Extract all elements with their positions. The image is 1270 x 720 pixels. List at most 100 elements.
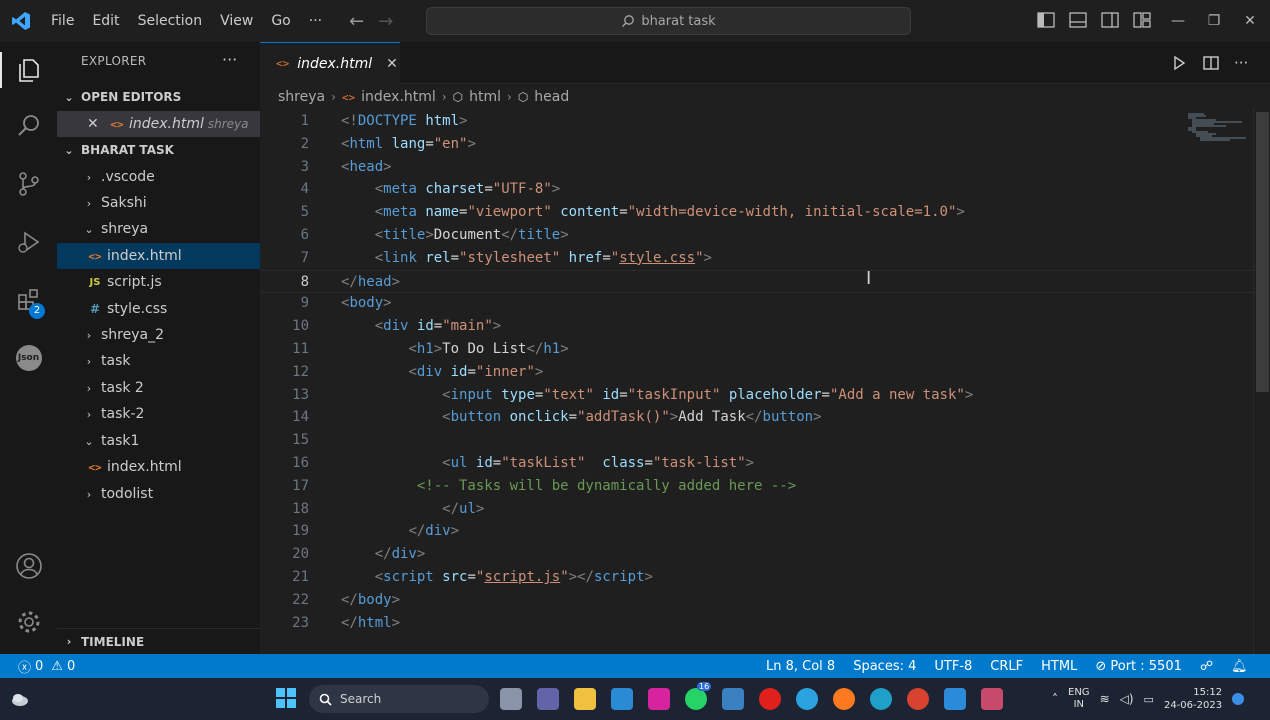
- code-line[interactable]: 1 <!DOCTYPE html>: [260, 110, 1270, 133]
- problems-indicator[interactable]: ⓧ 0 ⚠ 0: [18, 654, 75, 678]
- wifi-icon[interactable]: ≋: [1100, 692, 1110, 706]
- line-ending[interactable]: CRLF: [990, 659, 1023, 674]
- tree-item-script-js[interactable]: JS script.js: [57, 269, 260, 295]
- extensions-activity[interactable]: 2: [0, 276, 57, 324]
- tree-item-task1[interactable]: ⌄ task1: [57, 428, 260, 454]
- code-line[interactable]: 7 <link rel="stylesheet" href="style.css…: [260, 247, 1270, 270]
- firefox-icon[interactable]: [833, 688, 855, 710]
- whatsapp-icon[interactable]: 16: [685, 682, 712, 710]
- windows-start-icon[interactable]: [276, 688, 296, 708]
- tab-index-html[interactable]: <> index.html ✕: [260, 42, 400, 84]
- feedback-icon[interactable]: ☍: [1200, 659, 1213, 674]
- timeline-header[interactable]: › TIMELINE: [57, 628, 260, 654]
- weather-icon[interactable]: [10, 690, 30, 708]
- code-line[interactable]: 23 </html>: [260, 612, 1270, 635]
- code-line[interactable]: 10 <div id="main">: [260, 315, 1270, 338]
- cursor-position[interactable]: Ln 8, Col 8: [766, 659, 835, 674]
- back-arrow-icon[interactable]: ←: [349, 11, 364, 32]
- menu-edit[interactable]: Edit: [83, 0, 128, 42]
- code-line[interactable]: 9 <body>: [260, 292, 1270, 315]
- code-line[interactable]: 17 <!-- Tasks will be dynamically added …: [260, 475, 1270, 498]
- language-indicator[interactable]: ENG IN: [1068, 687, 1090, 711]
- menu-go[interactable]: Go: [262, 0, 299, 42]
- explorer-activity[interactable]: [0, 46, 57, 94]
- close-window-icon[interactable]: ✕: [1232, 13, 1268, 29]
- toggle-panel-icon[interactable]: [1068, 11, 1088, 29]
- tree-item-task[interactable]: › task: [57, 348, 260, 374]
- minimap[interactable]: [1186, 112, 1250, 142]
- code-line[interactable]: 20 </div>: [260, 543, 1270, 566]
- menu-file[interactable]: File: [42, 0, 83, 42]
- code-line[interactable]: 16 <ul id="taskList" class="task-list">: [260, 452, 1270, 475]
- forward-arrow-icon[interactable]: →: [378, 11, 393, 32]
- search-activity[interactable]: [0, 102, 57, 150]
- explorer-more-icon[interactable]: ···: [222, 50, 237, 69]
- json-activity[interactable]: Json: [0, 334, 57, 382]
- bell-icon[interactable]: 🔔︎: [1231, 659, 1248, 674]
- tree-item-shreya-index-html[interactable]: <> index.html: [57, 243, 260, 269]
- customize-layout-icon[interactable]: [1132, 11, 1152, 29]
- clock[interactable]: 15:12 24-06-2023: [1164, 686, 1222, 712]
- chrome-icon[interactable]: [907, 688, 929, 710]
- code-line[interactable]: 4 <meta charset="UTF-8">: [260, 178, 1270, 201]
- tree-item-sakshi[interactable]: › Sakshi: [57, 190, 260, 216]
- close-icon[interactable]: ✕: [87, 116, 103, 132]
- encoding[interactable]: UTF-8: [934, 659, 972, 674]
- run-icon[interactable]: [1170, 54, 1188, 72]
- chevron-up-icon[interactable]: ˄: [1052, 692, 1058, 706]
- code-editor[interactable]: 23 </html> 22 </body> 21 <script src="script…: [260, 108, 1270, 654]
- copilot-icon[interactable]: [1232, 693, 1245, 705]
- menu-selection[interactable]: Selection: [129, 0, 212, 42]
- code-line[interactable]: 21 <script src="script.js"></script>: [260, 566, 1270, 589]
- calculator-icon[interactable]: [722, 688, 744, 710]
- accounts-activity[interactable]: [0, 542, 57, 590]
- tree-item-vscode[interactable]: › .vscode: [57, 164, 260, 190]
- manage-activity[interactable]: [0, 598, 57, 646]
- taskbar-search[interactable]: Search: [309, 685, 489, 713]
- task-view-icon[interactable]: [500, 688, 522, 710]
- toggle-secondary-sidebar-icon[interactable]: [1100, 11, 1120, 29]
- workspace-header[interactable]: ⌄ BHARAT TASK: [57, 137, 260, 163]
- more-actions-icon[interactable]: ···: [1234, 54, 1248, 72]
- code-line[interactable]: 11 <h1>To Do List</h1>: [260, 338, 1270, 361]
- tree-item-todolist[interactable]: › todolist: [57, 481, 260, 507]
- code-line[interactable]: 5 <meta name="viewport" content="width=d…: [260, 201, 1270, 224]
- edge-icon[interactable]: [870, 688, 892, 710]
- volume-icon[interactable]: ◁): [1120, 692, 1134, 706]
- opera-icon[interactable]: [759, 688, 781, 710]
- open-editors-header[interactable]: ⌄ OPEN EDITORS: [57, 84, 260, 110]
- close-icon[interactable]: ✕: [386, 56, 398, 72]
- editor-scrollbar[interactable]: [1253, 108, 1270, 654]
- split-editor-icon[interactable]: [1202, 54, 1220, 72]
- breadcrumb-item[interactable]: index.html: [361, 89, 436, 105]
- code-line[interactable]: 18 </ul>: [260, 498, 1270, 521]
- live-server-port[interactable]: ⊘ Port : 5501: [1095, 659, 1182, 674]
- code-line[interactable]: 2 <html lang="en">: [260, 133, 1270, 156]
- scrollbar-thumb[interactable]: [1256, 112, 1269, 392]
- code-line[interactable]: 19 </div>: [260, 520, 1270, 543]
- tree-item-shreya-2[interactable]: › shreya_2: [57, 322, 260, 348]
- code-line[interactable]: 6 <title>Document</title>: [260, 224, 1270, 247]
- battery-icon[interactable]: ▭: [1144, 693, 1154, 706]
- code-line[interactable]: 8 </head>: [260, 269, 1270, 293]
- code-line[interactable]: 14 <button onclick="addTask()">Add Task<…: [260, 406, 1270, 429]
- minimize-icon[interactable]: —: [1160, 13, 1196, 29]
- tree-item-task-dash-2[interactable]: › task-2: [57, 401, 260, 427]
- breadcrumb-item[interactable]: head: [534, 89, 569, 105]
- code-line[interactable]: 3 <head>: [260, 156, 1270, 179]
- code-line[interactable]: 22 </body>: [260, 589, 1270, 612]
- file-explorer-icon[interactable]: [574, 688, 596, 710]
- indentation[interactable]: Spaces: 4: [853, 659, 916, 674]
- restore-icon[interactable]: ❐: [1196, 13, 1232, 29]
- code-line[interactable]: 12 <div id="inner">: [260, 361, 1270, 384]
- breadcrumb-item[interactable]: shreya: [278, 89, 325, 105]
- vscode-logo-icon[interactable]: [0, 0, 42, 42]
- open-editor-item[interactable]: ✕ <> index.html shreya: [57, 111, 260, 137]
- source-control-activity[interactable]: [0, 160, 57, 208]
- store-icon[interactable]: [611, 688, 633, 710]
- code-line[interactable]: 15: [260, 429, 1270, 452]
- telegram-icon[interactable]: [796, 688, 818, 710]
- code-line[interactable]: 13 <input type="text" id="taskInput" pla…: [260, 384, 1270, 407]
- tree-item-shreya[interactable]: ⌄ shreya: [57, 216, 260, 242]
- teams-chat-icon[interactable]: [537, 688, 559, 710]
